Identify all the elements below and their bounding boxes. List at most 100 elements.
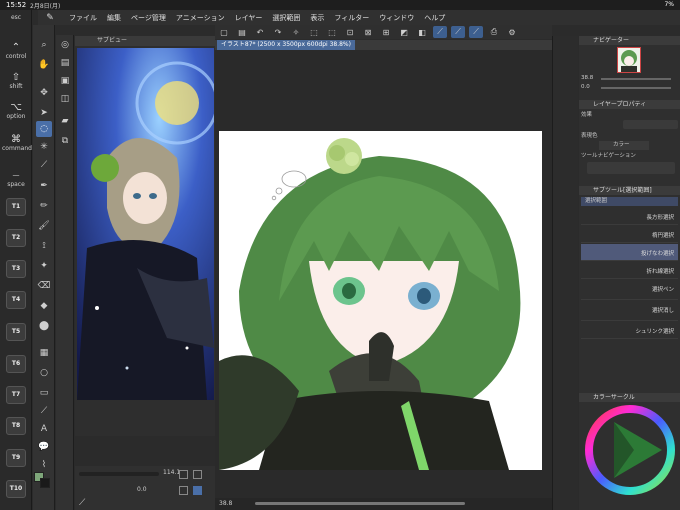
eraser-tool-icon[interactable]: ⌫ [36,278,52,294]
ruler-tool-icon[interactable]: ⟋ [36,403,52,419]
subtool-ellipse-select[interactable]: 楕円選択 [581,226,678,243]
color-wheel[interactable] [584,404,676,496]
print-icon[interactable]: ⎙ [487,26,501,38]
navigator-angle-slider[interactable] [601,87,671,89]
settings-icon[interactable]: ⚙ [505,26,519,38]
status-date: 2月8日(月) [30,3,61,10]
navigator-zoom-slider[interactable] [601,78,671,80]
tool-navigation-buttons[interactable] [587,162,675,174]
subtool-erase-selection[interactable]: 選択消し [581,301,678,321]
menu-animation[interactable]: アニメーション [171,13,230,23]
figure-tool-icon[interactable]: ○ [36,365,52,381]
t10-button[interactable]: T10 [6,480,26,498]
menu-selection[interactable]: 選択範囲 [267,13,305,23]
invert-selection-icon[interactable]: ⬚ [325,26,339,38]
clear-icon[interactable]: ✧ [289,26,303,38]
horizontal-scrollbar[interactable] [255,502,465,505]
folder-icon[interactable]: ▰ [57,113,73,129]
frame-tool-icon[interactable]: ▭ [36,385,52,401]
t6-button[interactable]: T6 [6,355,26,373]
navigator-icon[interactable]: ◎ [57,37,73,53]
fill-icon[interactable]: ◩ [397,26,411,38]
control-key[interactable]: ⌃ control [2,42,30,60]
command-key[interactable]: ⌘ command [2,134,32,152]
zoom-slider[interactable] [79,472,159,476]
prev-icon[interactable] [179,486,188,495]
layer-icon[interactable]: ▤ [57,55,73,71]
menu-file[interactable]: ファイル [64,13,102,23]
space-key[interactable]: — space [2,170,30,188]
subtool-group-tab[interactable]: 選択範囲 [581,197,678,206]
t8-button[interactable]: T8 [6,417,26,435]
canvas[interactable] [219,131,542,470]
t7-button[interactable]: T7 [6,386,26,404]
eyedropper-icon[interactable]: ⟋ [36,157,52,173]
app-logo-icon[interactable]: ✎ [42,12,58,24]
snap-grid-icon[interactable]: ⟋ [469,26,483,38]
undo-icon[interactable]: ↶ [253,26,267,38]
save-icon[interactable]: ▤ [235,26,249,38]
t2-button[interactable]: T2 [6,229,26,247]
subtool-selection-pen[interactable]: 選択ペン [581,280,678,300]
subtool-shrink-select[interactable]: シュリンク選択 [581,322,678,339]
color-mode-dropdown[interactable]: カラー [599,141,649,150]
material-icon[interactable]: ▣ [57,73,73,89]
object-tool-icon[interactable]: ➤ [36,105,52,121]
snap-special-icon[interactable]: ⟋ [451,26,465,38]
redo-icon[interactable]: ↷ [271,26,285,38]
scale-icon[interactable]: ⊠ [361,26,375,38]
reference-image[interactable] [77,48,214,400]
esc-key[interactable]: esc [2,14,30,21]
navigator-thumbnail[interactable] [617,47,641,73]
menu-window[interactable]: ウィンドウ [374,13,419,23]
menu-layer[interactable]: レイヤー [230,13,268,23]
hand-tool-icon[interactable]: ✋ [36,57,52,73]
subtool-polyline-select[interactable]: 折れ線選択 [581,262,678,279]
t9-button[interactable]: T9 [6,449,26,467]
crop-icon[interactable]: ⊞ [379,26,393,38]
subtool-lasso-select[interactable]: 投げなわ選択 [581,244,678,261]
stack-icon[interactable]: ⧉ [57,133,73,149]
subtool-rect-select[interactable]: 長方形選択 [581,208,678,225]
magic-wand-icon[interactable]: ✳ [36,139,52,155]
t5-button[interactable]: T5 [6,323,26,341]
lasso-tool-icon[interactable]: ◌ [36,121,52,137]
new-file-icon[interactable]: ▢ [217,26,231,38]
text-tool-icon[interactable]: A [36,421,52,437]
sub-color-swatch[interactable] [40,478,50,488]
document-tab[interactable]: イラスト87* (2500 x 3500px 600dpi 38.8%) [217,40,355,50]
snap-ruler-icon[interactable]: ⟋ [433,26,447,38]
eyedropper-icon[interactable]: ⟋ [79,498,85,508]
option-key[interactable]: ⌥ option [2,102,30,120]
brush-tool-icon[interactable]: 🖌 [36,218,52,234]
menu-view[interactable]: 表示 [305,13,329,23]
status-time: 15:52 [6,1,27,9]
flip-icon[interactable] [193,470,202,479]
gradient-tool-icon[interactable]: ▦ [36,345,52,361]
deselect-icon[interactable]: ⬚ [307,26,321,38]
pencil-tool-icon[interactable]: ✏ [36,198,52,214]
zoom-tool-icon[interactable]: ⌕ [36,37,52,53]
shift-key[interactable]: ⇧ shift [2,72,30,90]
airbrush-tool-icon[interactable]: ⟟ [36,238,52,254]
menu-edit[interactable]: 編集 [102,13,126,23]
decoration-tool-icon[interactable]: ✦ [36,258,52,274]
correction-tool-icon[interactable]: ⌇ [36,457,52,473]
fit-icon[interactable] [179,470,188,479]
history-icon[interactable]: ◫ [57,91,73,107]
next-icon[interactable] [193,486,202,495]
move-tool-icon[interactable]: ✥ [36,85,52,101]
effect-buttons[interactable] [623,120,678,129]
transform-icon[interactable]: ⊡ [343,26,357,38]
fill-tool-icon[interactable]: ⬤ [36,318,52,334]
balloon-tool-icon[interactable]: 💬 [36,439,52,455]
menu-help[interactable]: ヘルプ [419,13,450,23]
hide-icon[interactable]: ◧ [415,26,429,38]
menu-page[interactable]: ページ管理 [126,13,171,23]
t1-button[interactable]: T1 [6,198,26,216]
pen-tool-icon[interactable]: ✒ [36,178,52,194]
t4-button[interactable]: T4 [6,291,26,309]
menu-filter[interactable]: フィルター [329,13,374,23]
blend-tool-icon[interactable]: ◆ [36,298,52,314]
t3-button[interactable]: T3 [6,260,26,278]
